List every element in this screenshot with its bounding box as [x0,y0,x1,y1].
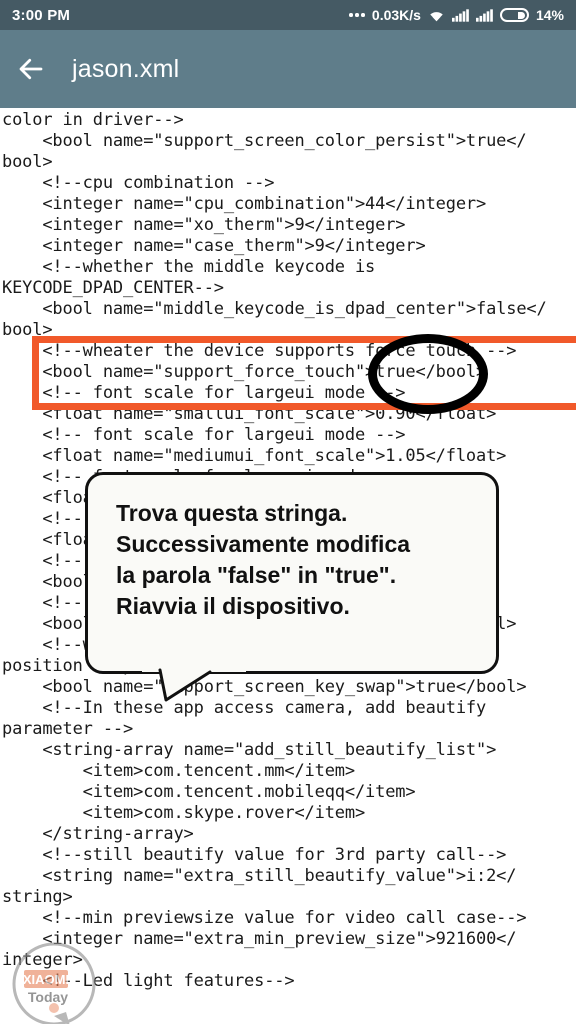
phone-screenshot: 3:00 PM 0.03K/s 14% jason.xml color in d… [0,0,576,1024]
app-bar: jason.xml [0,30,576,108]
battery-icon [499,8,529,22]
status-bar-icons: 0.03K/s 14% [349,7,564,23]
status-bar-clock: 3:00 PM [12,6,71,24]
status-bar: 3:00 PM 0.03K/s 14% [0,0,576,30]
more-dots-icon [349,13,365,17]
back-arrow-icon[interactable] [0,30,62,108]
battery-percent-label: 14% [535,7,564,23]
wifi-icon [428,9,445,22]
signal-icon [475,8,493,22]
signal-icon [451,8,469,22]
page-title: jason.xml [72,54,180,83]
xml-file-content[interactable]: color in driver--> <bool name="support_s… [0,108,576,1024]
network-speed-label: 0.03K/s [371,7,421,23]
xml-source-text: color in driver--> <bool name="support_s… [2,110,547,991]
